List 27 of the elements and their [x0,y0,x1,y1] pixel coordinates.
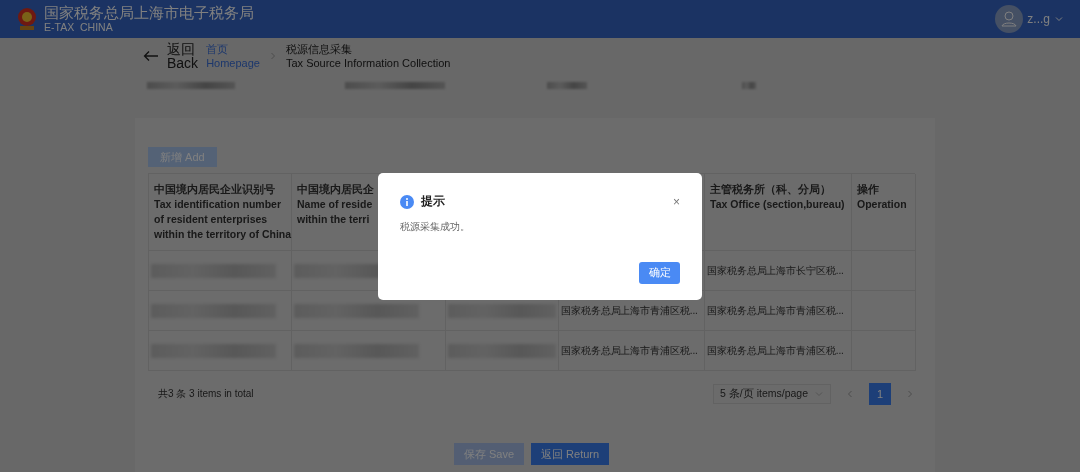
back-link[interactable]: 返回 Back [167,42,199,70]
avatar-icon[interactable] [995,5,1024,33]
return-button[interactable]: 返回 Return [531,443,610,465]
breadcrumb-link[interactable]: 首页 Homepage [206,42,260,70]
table-cell: 国家税务总局上海市青浦区税... [559,331,705,371]
total-count: 共3 条 3 items in total [157,387,254,401]
column-header: 中国境内居民企业识别号 Tax identification number of resident enterprises within the territory of China [149,174,292,251]
emblem-icon [16,6,38,32]
table-cell: 国家税务总局上海市青浦区税... [705,291,852,331]
site-title: 国家税务总局上海市电子税务局 [44,5,254,21]
current-page-title: 税源信息采集 Tax Source Information Collection [285,42,451,70]
redacted-text [547,81,587,89]
page-button[interactable]: 1 [869,383,891,405]
user-name[interactable]: z...g [1027,12,1050,26]
close-button[interactable]: × [673,194,680,209]
info-icon [400,194,414,209]
table-cell: 国家税务总局上海市长宁区税... [705,251,852,291]
back-arrow-icon[interactable] [143,50,159,62]
dialog-title: 提示 [421,193,446,210]
table-cell: 国家税务总局上海市青浦区税... [705,331,852,371]
site-subtitle: E-TAX CHINA [44,21,114,33]
column-header: 操作 Operation [852,174,916,251]
redacted-text [742,81,756,89]
column-header: 主管税务所（科、分局） Tax Office (section,bureau) [705,174,852,251]
ok-button[interactable]: 确定 [639,262,680,284]
page-size-select[interactable]: 5 条/页 items/page [713,384,831,404]
chevron-down-icon[interactable] [1054,14,1064,24]
